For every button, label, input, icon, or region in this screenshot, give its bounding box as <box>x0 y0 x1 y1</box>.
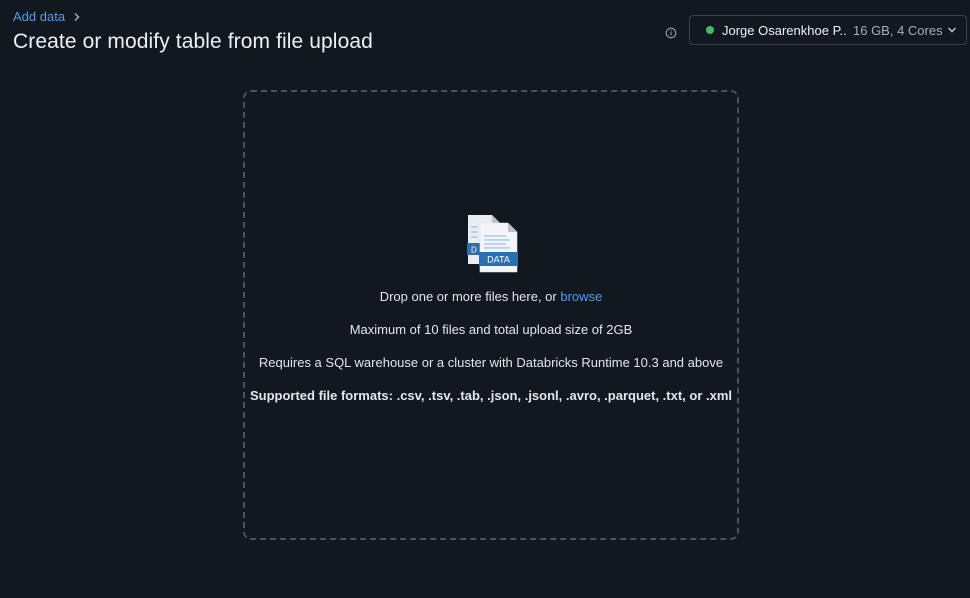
compute-status-dot <box>706 26 714 34</box>
compute-name: Jorge Osarenkhoe P... <box>722 22 846 38</box>
svg-text:D: D <box>471 246 477 255</box>
file-dropzone[interactable]: D DATA Drop one or more files here, or b… <box>243 90 739 540</box>
runtime-requirement-text: Requires a SQL warehouse or a cluster wi… <box>258 355 724 370</box>
browse-link[interactable]: browse <box>560 289 602 304</box>
drop-instruction: Drop one or more files here, or browse <box>245 289 737 304</box>
data-files-icon: D DATA <box>467 214 519 274</box>
info-icon[interactable] <box>665 26 677 39</box>
compute-selector[interactable]: Jorge Osarenkhoe P... 16 GB, 4 Cores <box>689 15 967 45</box>
upload-limit-text: Maximum of 10 files and total upload siz… <box>349 322 633 337</box>
supported-formats-text: Supported file formats: .csv, .tsv, .tab… <box>249 388 733 403</box>
page: Add data Create or modify table from fil… <box>0 0 970 598</box>
drop-text: Drop one or more files here, or <box>379 289 557 304</box>
chevron-right-icon <box>71 11 83 23</box>
chevron-down-icon <box>946 24 958 36</box>
page-title: Create or modify table from file upload <box>13 30 373 53</box>
compute-spec: 16 GB, 4 Cores <box>853 22 943 38</box>
breadcrumb: Add data <box>13 9 83 24</box>
breadcrumb-add-data-link[interactable]: Add data <box>13 9 65 24</box>
data-label: DATA <box>487 255 510 265</box>
